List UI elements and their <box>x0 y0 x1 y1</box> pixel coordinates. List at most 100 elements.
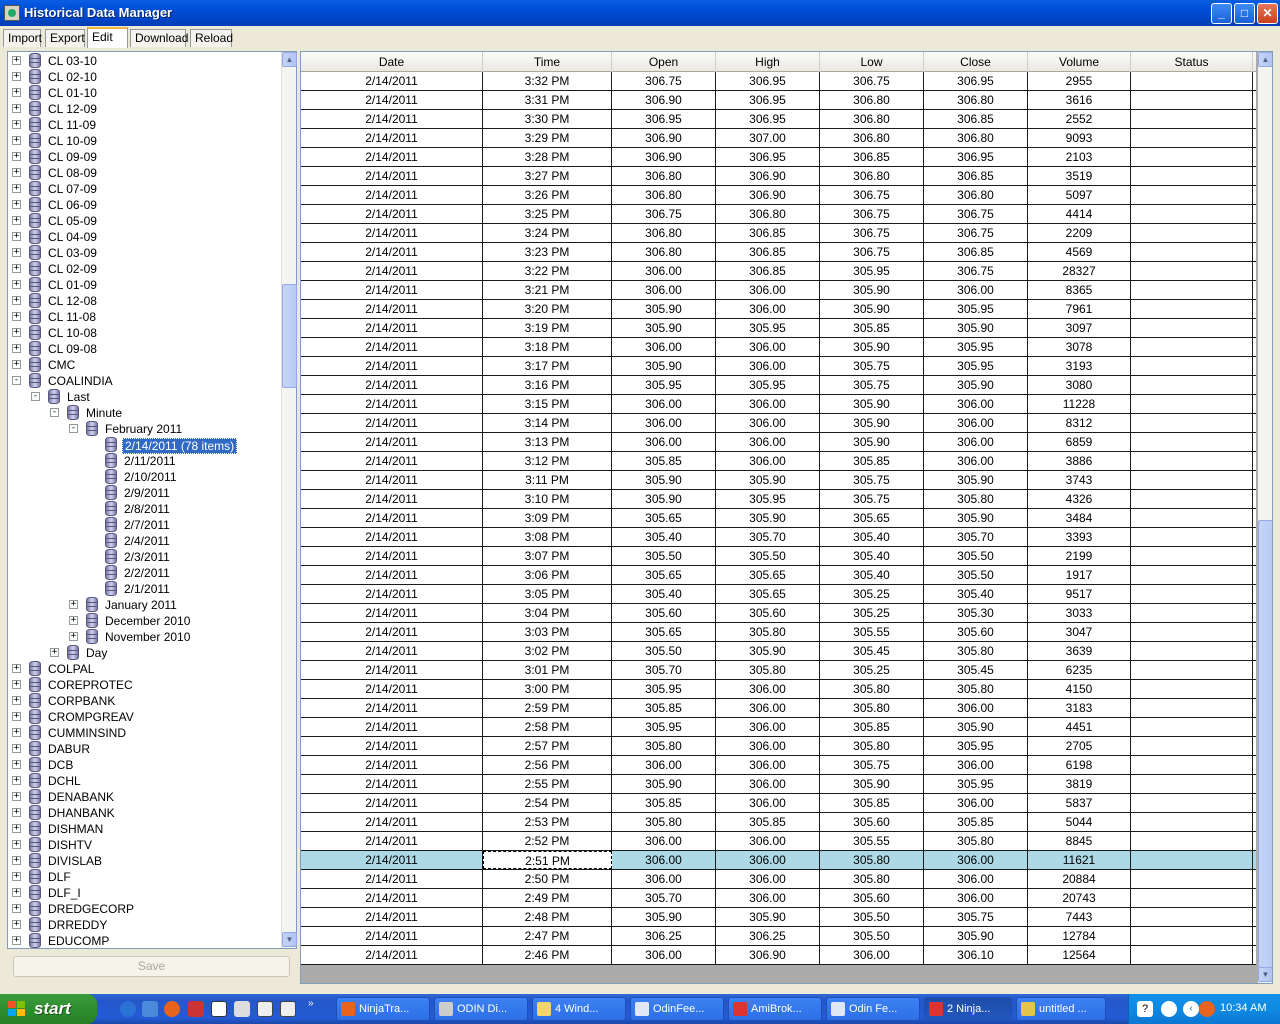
cell-status[interactable] <box>1131 357 1253 375</box>
expand-icon[interactable]: + <box>12 824 21 833</box>
cell-time[interactable]: 3:08 PM <box>483 528 612 546</box>
table-row[interactable]: 2/14/2011 2:47 PM 306.25 306.25 305.50 305.90… <box>301 927 1256 946</box>
cell-date[interactable]: 2/14/2011 <box>301 566 483 584</box>
cell-status[interactable] <box>1131 775 1253 793</box>
tree-node[interactable]: + EDUCOMP <box>8 933 280 948</box>
cell-high[interactable]: 306.80 <box>716 205 820 223</box>
cell-status[interactable] <box>1131 528 1253 546</box>
cell-open[interactable]: 306.00 <box>612 395 716 413</box>
cell-date[interactable]: 2/14/2011 <box>301 756 483 774</box>
cell-date[interactable]: 2/14/2011 <box>301 452 483 470</box>
expand-icon[interactable]: + <box>12 232 21 241</box>
cell-high[interactable]: 306.00 <box>716 794 820 812</box>
cell-date[interactable]: 2/14/2011 <box>301 509 483 527</box>
grid-scrollbar[interactable]: ▲ ▼ <box>1258 52 1272 983</box>
cell-status[interactable] <box>1131 832 1253 850</box>
cell-time[interactable]: 2:49 PM <box>483 889 612 907</box>
cell-low[interactable]: 305.90 <box>820 414 924 432</box>
column-header-volume[interactable]: Volume <box>1028 52 1131 72</box>
cell-low[interactable]: 305.25 <box>820 585 924 603</box>
cell-volume[interactable]: 2103 <box>1028 148 1131 166</box>
cell-date[interactable]: 2/14/2011 <box>301 262 483 280</box>
cell-volume[interactable]: 12784 <box>1028 927 1131 945</box>
network-icon[interactable] <box>234 1001 250 1017</box>
cell-low[interactable]: 305.85 <box>820 718 924 736</box>
cell-open[interactable]: 306.00 <box>612 946 716 964</box>
cell-volume[interactable]: 1917 <box>1028 566 1131 584</box>
cell-volume[interactable]: 4569 <box>1028 243 1131 261</box>
cell-open[interactable]: 306.25 <box>612 927 716 945</box>
table-row[interactable]: 2/14/2011 2:49 PM 305.70 306.00 305.60 306.00… <box>301 889 1256 908</box>
cell-open[interactable]: 306.00 <box>612 433 716 451</box>
tree-node[interactable]: + DENABANK <box>8 789 280 805</box>
cell-status[interactable] <box>1131 262 1253 280</box>
tree-node[interactable]: + CL 10-09 <box>8 133 280 149</box>
cell-date[interactable]: 2/14/2011 <box>301 167 483 185</box>
cell-high[interactable]: 305.65 <box>716 585 820 603</box>
cell-close[interactable]: 305.90 <box>924 319 1028 337</box>
cell-open[interactable]: 306.80 <box>612 167 716 185</box>
cell-high[interactable]: 306.00 <box>716 414 820 432</box>
table-row[interactable]: 2/14/2011 3:28 PM 306.90 306.95 306.85 306.95… <box>301 148 1256 167</box>
cell-status[interactable] <box>1131 452 1253 470</box>
cell-time[interactable]: 3:05 PM <box>483 585 612 603</box>
tree-node[interactable]: + January 2011 <box>8 597 280 613</box>
cell-time[interactable]: 3:11 PM <box>483 471 612 489</box>
cell-date[interactable]: 2/14/2011 <box>301 357 483 375</box>
cell-time[interactable]: 2:46 PM <box>483 946 612 964</box>
tree-node[interactable]: + DLF <box>8 869 280 885</box>
cell-close[interactable]: 306.80 <box>924 129 1028 147</box>
expand-icon[interactable]: + <box>12 360 21 369</box>
cell-volume[interactable]: 3047 <box>1028 623 1131 641</box>
cell-high[interactable]: 306.85 <box>716 224 820 242</box>
cell-open[interactable]: 306.90 <box>612 148 716 166</box>
table-row[interactable]: 2/14/2011 3:00 PM 305.95 306.00 305.80 305.80… <box>301 680 1256 699</box>
expand-icon[interactable]: + <box>12 56 21 65</box>
tree-scrollbar[interactable]: ▲ ▼ <box>281 52 297 948</box>
expand-icon[interactable]: + <box>12 776 21 785</box>
table-row[interactable]: 2/14/2011 3:05 PM 305.40 305.65 305.25 305.40… <box>301 585 1256 604</box>
cell-low[interactable]: 305.90 <box>820 775 924 793</box>
cell-low[interactable]: 305.75 <box>820 490 924 508</box>
tree-node[interactable]: 2/2/2011 <box>8 565 280 581</box>
expand-icon[interactable]: + <box>12 856 21 865</box>
cell-time[interactable]: 2:48 PM <box>483 908 612 926</box>
cell-time[interactable]: 3:29 PM <box>483 129 612 147</box>
expand-icon[interactable]: + <box>12 696 21 705</box>
tree-node[interactable]: + DISHTV <box>8 837 280 853</box>
column-header-close[interactable]: Close <box>924 52 1028 72</box>
cell-status[interactable] <box>1131 433 1253 451</box>
cell-date[interactable]: 2/14/2011 <box>301 870 483 888</box>
cell-status[interactable] <box>1131 186 1253 204</box>
cell-low[interactable]: 305.90 <box>820 395 924 413</box>
cell-close[interactable]: 306.85 <box>924 243 1028 261</box>
table-row[interactable]: 2/14/2011 3:02 PM 305.50 305.90 305.45 305.80… <box>301 642 1256 661</box>
cell-status[interactable] <box>1131 908 1253 926</box>
tree-node[interactable]: + DABUR <box>8 741 280 757</box>
cell-time[interactable]: 3:22 PM <box>483 262 612 280</box>
table-row[interactable]: 2/14/2011 3:20 PM 305.90 306.00 305.90 305.95… <box>301 300 1256 319</box>
expand-icon[interactable]: + <box>12 296 21 305</box>
cell-date[interactable]: 2/14/2011 <box>301 851 483 869</box>
table-row[interactable]: 2/14/2011 2:55 PM 305.90 306.00 305.90 305.95… <box>301 775 1256 794</box>
cell-close[interactable]: 305.80 <box>924 490 1028 508</box>
cell-close[interactable]: 305.90 <box>924 927 1028 945</box>
cell-open[interactable]: 305.40 <box>612 528 716 546</box>
cell-high[interactable]: 305.90 <box>716 471 820 489</box>
cell-high[interactable]: 306.90 <box>716 167 820 185</box>
cell-status[interactable] <box>1131 319 1253 337</box>
cell-status[interactable] <box>1131 243 1253 261</box>
cell-time[interactable]: 2:56 PM <box>483 756 612 774</box>
cell-time[interactable]: 3:07 PM <box>483 547 612 565</box>
cell-close[interactable]: 305.95 <box>924 737 1028 755</box>
tree-node[interactable]: - Last <box>8 389 280 405</box>
cell-low[interactable]: 305.80 <box>820 851 924 869</box>
cell-time[interactable]: 3:14 PM <box>483 414 612 432</box>
tree-node[interactable]: + DRREDDY <box>8 917 280 933</box>
cell-low[interactable]: 305.80 <box>820 699 924 717</box>
cell-status[interactable] <box>1131 851 1253 869</box>
cell-close[interactable]: 306.80 <box>924 91 1028 109</box>
start-button[interactable]: start <box>0 994 97 1024</box>
cell-close[interactable]: 306.00 <box>924 756 1028 774</box>
cell-close[interactable]: 306.00 <box>924 281 1028 299</box>
